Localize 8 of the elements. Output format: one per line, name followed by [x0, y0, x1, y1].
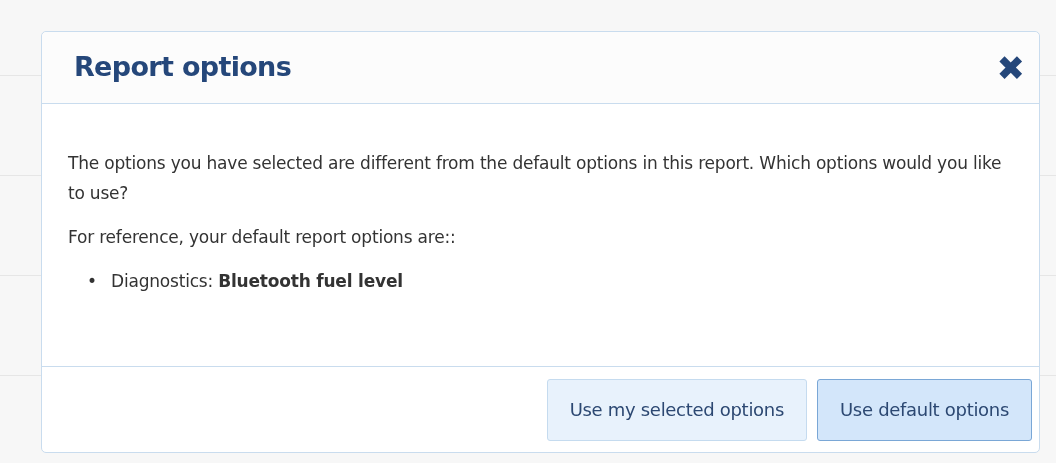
paragraph: For reference, your default report options are::	[68, 226, 457, 249]
list-item: Diagnostics: Bluetooth fuel level	[111, 270, 403, 293]
primary-button[interactable]: Use default options	[817, 378, 1032, 441]
bullet: •	[87, 270, 98, 293]
paragraph: The options you have selected are different from the default options in this report. Which options would you like to use?	[68, 152, 1003, 205]
close-button[interactable]: ✖	[996, 50, 1025, 85]
secondary-button[interactable]: Use my selected options	[546, 378, 807, 441]
dialog-title: Report options	[74, 50, 292, 85]
